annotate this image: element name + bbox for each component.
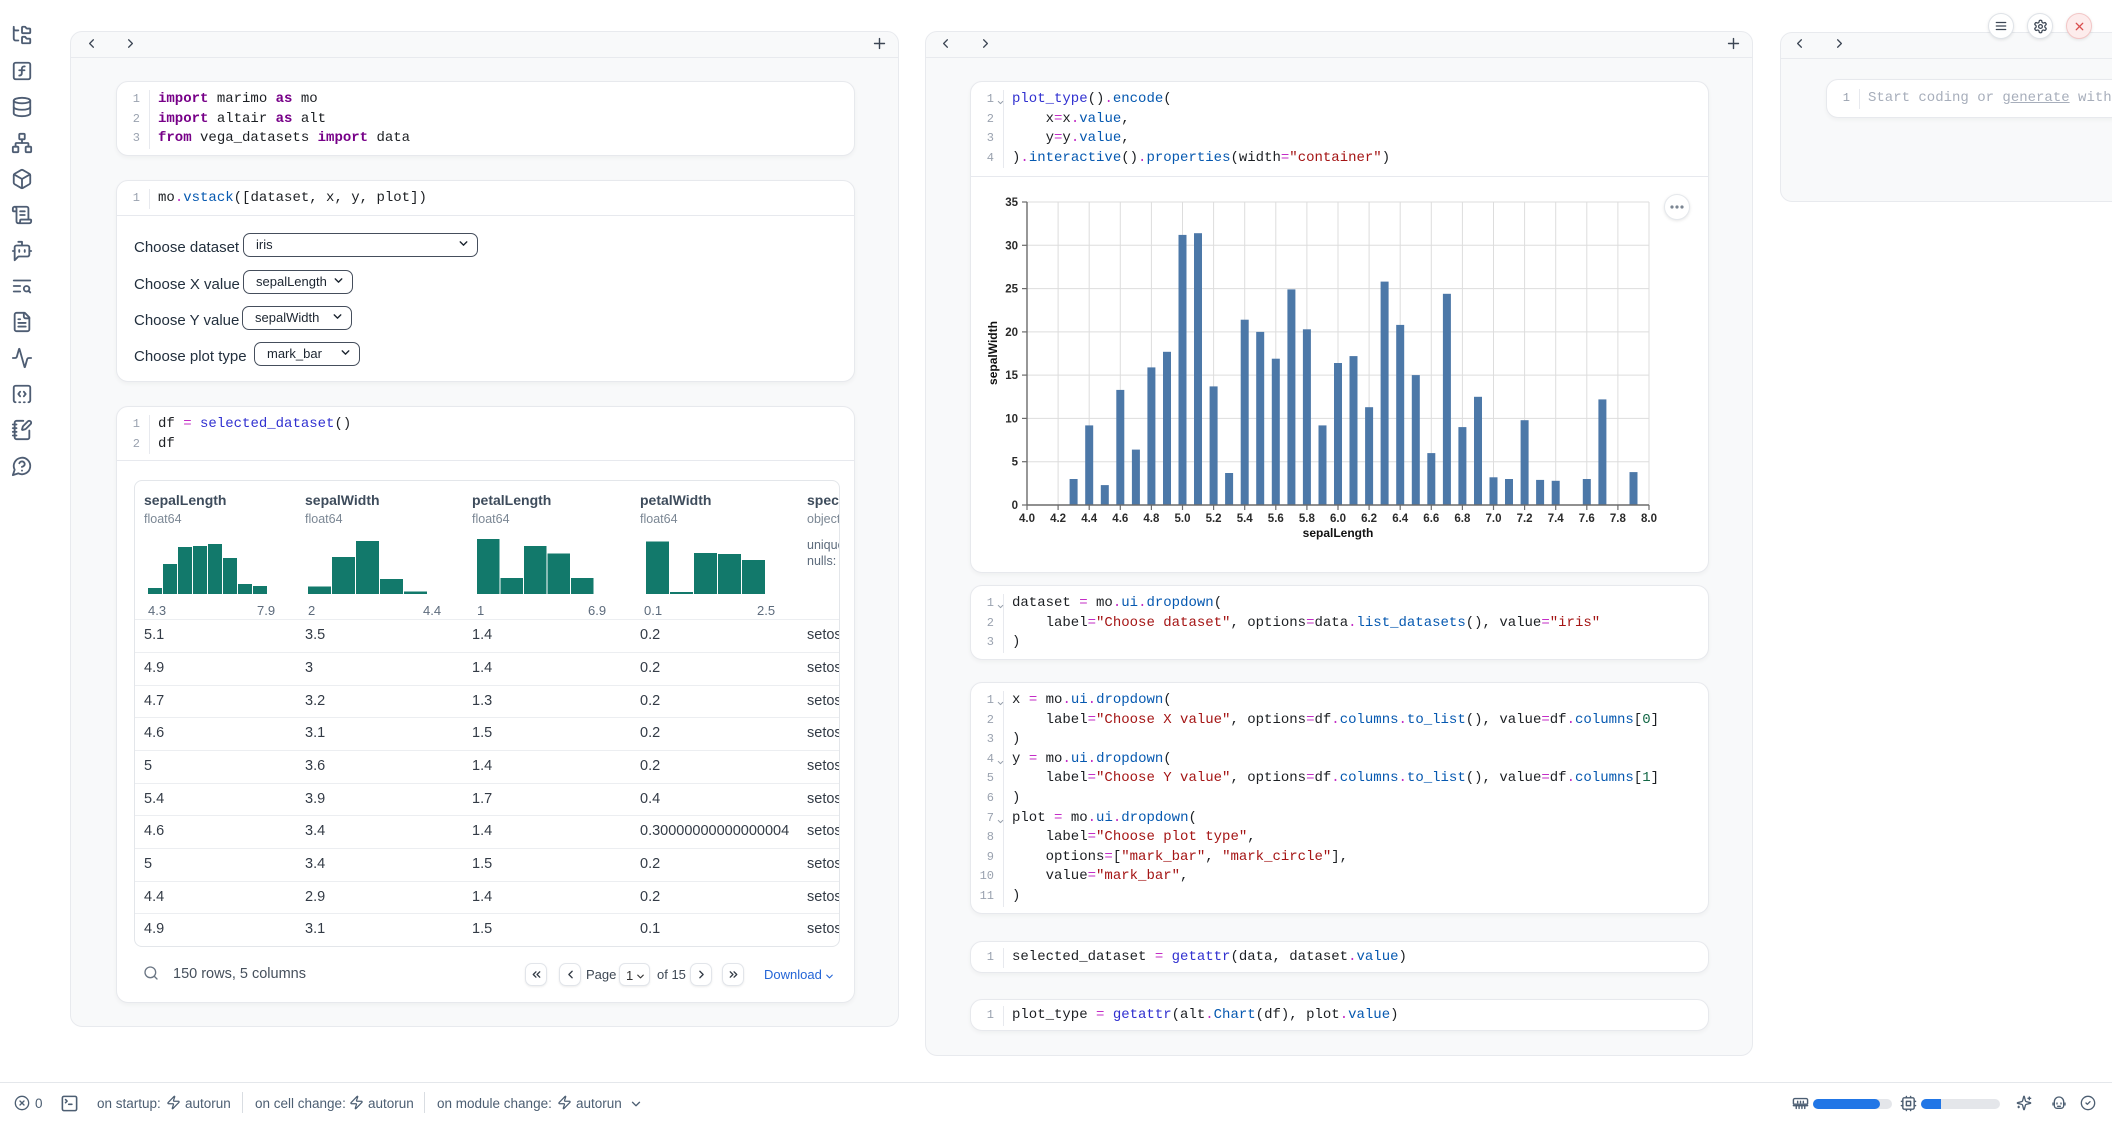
svg-text:15: 15 xyxy=(1005,370,1018,382)
svg-text:5.8: 5.8 xyxy=(1299,513,1316,525)
svg-text:0: 0 xyxy=(1012,500,1018,512)
svg-text:20: 20 xyxy=(1005,327,1018,339)
svg-text:5.2: 5.2 xyxy=(1206,513,1222,525)
svg-text:10: 10 xyxy=(1005,414,1018,426)
svg-text:6.6: 6.6 xyxy=(1423,513,1439,525)
svg-text:6.2: 6.2 xyxy=(1361,513,1377,525)
svg-text:7.4: 7.4 xyxy=(1548,513,1565,525)
svg-text:6.8: 6.8 xyxy=(1454,513,1471,525)
svg-text:7.2: 7.2 xyxy=(1517,513,1533,525)
svg-text:35: 35 xyxy=(1005,197,1018,209)
svg-text:5.0: 5.0 xyxy=(1175,513,1191,525)
svg-text:4.6: 4.6 xyxy=(1112,513,1128,525)
svg-text:sepalLength: sepalLength xyxy=(1303,526,1374,540)
svg-text:5: 5 xyxy=(1012,457,1019,469)
svg-text:25: 25 xyxy=(1005,284,1018,296)
svg-text:5.6: 5.6 xyxy=(1268,513,1284,525)
svg-text:4.2: 4.2 xyxy=(1050,513,1066,525)
svg-text:8.0: 8.0 xyxy=(1641,513,1657,525)
svg-text:sepalWidth: sepalWidth xyxy=(986,321,1000,385)
svg-text:7.0: 7.0 xyxy=(1486,513,1502,525)
svg-text:6.0: 6.0 xyxy=(1330,513,1346,525)
svg-text:7.6: 7.6 xyxy=(1579,513,1595,525)
svg-text:6.4: 6.4 xyxy=(1392,513,1409,525)
svg-text:4.8: 4.8 xyxy=(1143,513,1160,525)
svg-text:4.0: 4.0 xyxy=(1019,513,1035,525)
svg-text:4.4: 4.4 xyxy=(1081,513,1098,525)
svg-text:5.4: 5.4 xyxy=(1237,513,1254,525)
svg-text:30: 30 xyxy=(1005,241,1018,253)
svg-text:7.8: 7.8 xyxy=(1610,513,1627,525)
